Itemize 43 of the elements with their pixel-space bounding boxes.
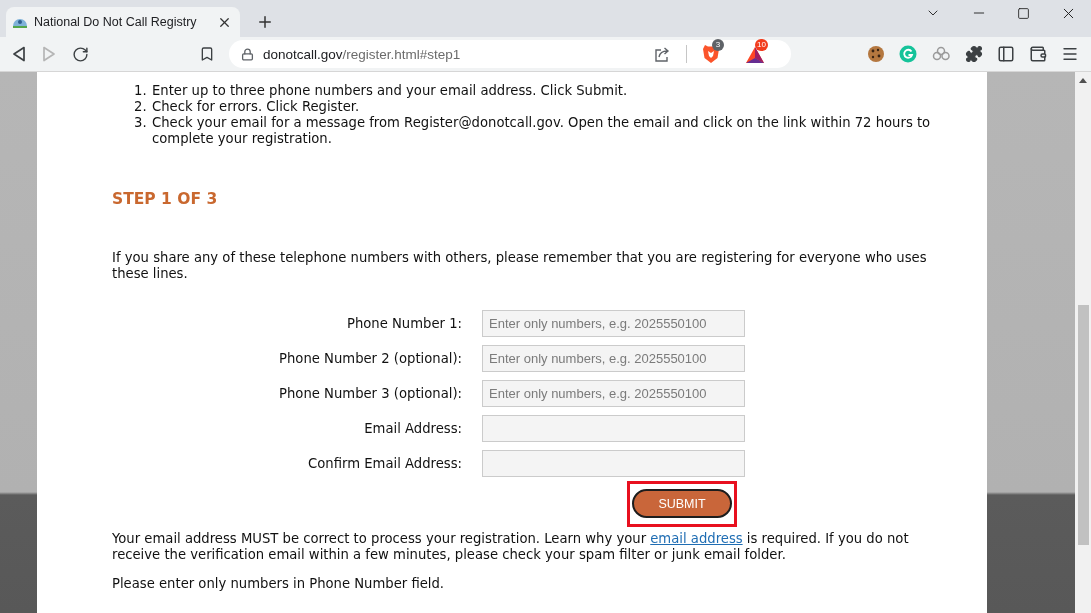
notice-text: Your email address MUST be correct to process your registration. Learn why your email address is required. If you do not receive the verification email within a few minutes, please check your spam filter or junk email folder. — [112, 531, 910, 563]
wallet-icon[interactable] — [1029, 45, 1047, 63]
scroll-up-icon[interactable] — [1079, 78, 1087, 83]
email-address-link[interactable]: email address — [650, 531, 743, 546]
step-text: Enter up to three phone numbers and your email address. Click Submit. — [152, 83, 629, 99]
step-text: Check your email for a message from Register@donotcall.gov. Open the email and click on the link within 72 hours to complete your registration. — [152, 115, 932, 147]
badge-count: 10 — [755, 39, 768, 51]
input-field[interactable]: Enter only numbers, e.g. 2025550100 — [482, 345, 745, 372]
address-bar[interactable]: donotcall.gov/register.html#step1 3 10 — [229, 40, 791, 68]
note-text: Please enter only numbers in Phone Number field. — [112, 576, 446, 592]
submit-button[interactable]: SUBMIT — [632, 489, 732, 518]
input-field[interactable] — [482, 415, 745, 442]
new-tab-icon[interactable] — [256, 13, 274, 31]
step-heading: STEP 1 OF 3 — [112, 190, 219, 208]
input-field[interactable]: Enter only numbers, e.g. 2025550100 — [482, 380, 745, 407]
sidebar-icon[interactable] — [997, 45, 1015, 63]
field-label: Phone Number 3 (optional): — [278, 385, 462, 402]
input-field[interactable]: Enter only numbers, e.g. 2025550100 — [482, 310, 745, 337]
intro-text: If you share any of these telephone numbers with others, please remember that you are registering for everyone who uses these lines. — [112, 250, 928, 282]
step-text: Check for errors. Click Register. — [152, 99, 361, 115]
share-icon[interactable] — [654, 46, 671, 62]
field-label: Phone Number 2 (optional): — [278, 350, 462, 367]
list-number: 1. — [134, 83, 148, 99]
list-number: 2. — [134, 99, 148, 115]
field-label: Email Address: — [363, 420, 462, 437]
bookmark-icon[interactable] — [199, 46, 215, 62]
tab-title: National Do Not Call Registry — [34, 15, 198, 29]
lock-icon — [241, 47, 254, 61]
field-label: Confirm Email Address: — [307, 455, 462, 472]
puzzle-icon[interactable] — [965, 45, 983, 63]
scrollbar-thumb[interactable] — [1077, 305, 1089, 545]
maximize-icon[interactable] — [1017, 6, 1030, 20]
reload-icon[interactable] — [72, 45, 89, 63]
browser-tab[interactable]: National Do Not Call Registry — [6, 7, 240, 37]
cookie-icon[interactable] — [867, 45, 885, 63]
list-number: 3. — [134, 115, 148, 132]
input-field[interactable] — [482, 450, 745, 477]
url-text: donotcall.gov/register.html#step1 — [263, 46, 462, 62]
badge-count: 3 — [712, 39, 724, 51]
back-icon[interactable] — [12, 46, 26, 62]
field-label: Phone Number 1: — [345, 315, 462, 332]
scrollbar-track[interactable] — [1075, 72, 1091, 613]
menu-icon[interactable] — [1061, 45, 1079, 63]
